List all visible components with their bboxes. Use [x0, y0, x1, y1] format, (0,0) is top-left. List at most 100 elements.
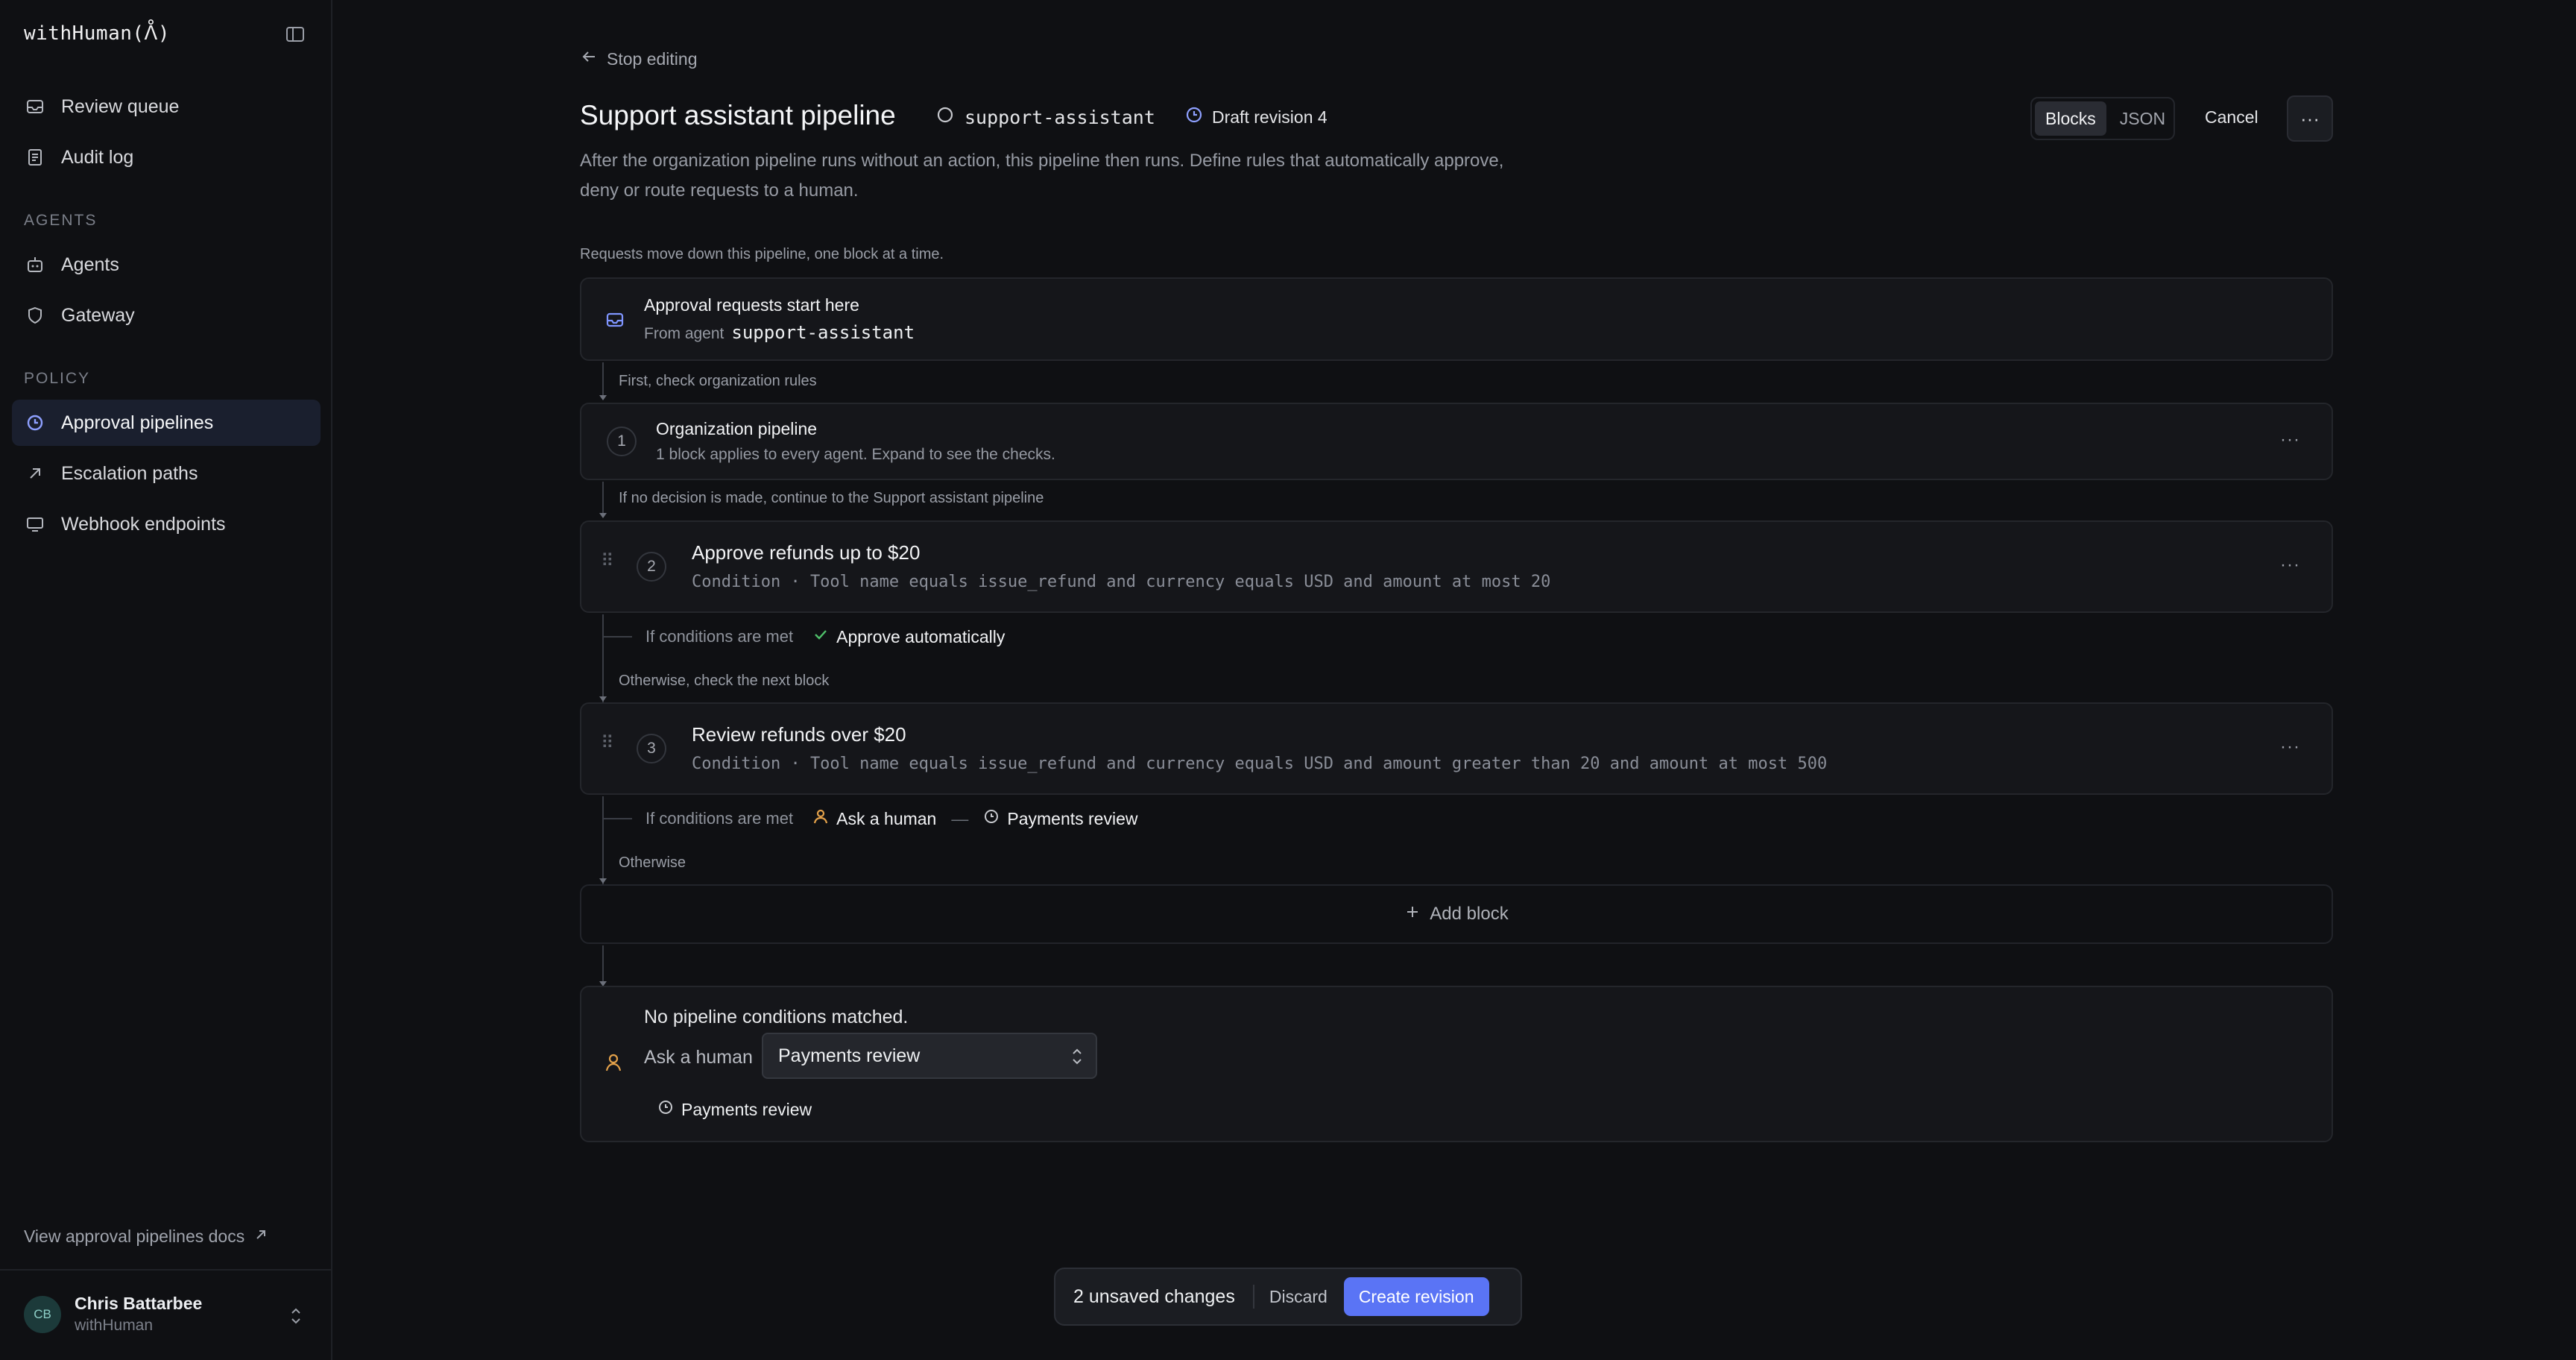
arrow-left-icon: [580, 48, 598, 70]
draft-badge: Draft revision 4: [1185, 106, 1328, 128]
user-name: Chris Battarbee: [75, 1294, 203, 1313]
start-from-label: From agent: [644, 325, 724, 342]
view-blocks-button[interactable]: Blocks: [2035, 101, 2106, 136]
chevron-updown-icon[interactable]: [288, 1305, 304, 1331]
add-block-button[interactable]: Add block: [580, 884, 2333, 944]
arrow-down-icon: [599, 696, 607, 702]
sidebar-item-audit-log[interactable]: Audit log: [12, 134, 321, 180]
block-number: 3: [637, 734, 666, 764]
clock-icon: [657, 1099, 674, 1120]
sidebar-item-label: Approval pipelines: [61, 412, 214, 433]
connector-label: If no decision is made, continue to the …: [619, 490, 1044, 506]
start-title: Approval requests start here: [644, 295, 859, 315]
block-result: If conditions are met Ask a human — Paym…: [645, 808, 1137, 829]
sidebar-item-approval-pipelines[interactable]: Approval pipelines: [12, 400, 321, 446]
docs-link[interactable]: View approval pipelines docs: [24, 1227, 268, 1247]
result-action: Approve automatically: [812, 626, 1005, 647]
view-json-button[interactable]: JSON: [2109, 101, 2176, 136]
plus-icon: [1404, 904, 1421, 925]
connector-label: Otherwise: [619, 854, 686, 871]
agent-slug: support-assistant: [936, 106, 1155, 129]
check-icon: [812, 626, 829, 647]
result-label: If conditions are met: [645, 809, 794, 828]
more-icon: ···: [2300, 107, 2320, 130]
fallback-title: No pipeline conditions matched.: [644, 1007, 909, 1027]
result-action-text: Ask a human: [836, 808, 937, 828]
more-icon[interactable]: ···: [2280, 555, 2300, 576]
divider: [0, 1269, 332, 1271]
org-block-subtitle: 1 block applies to every agent. Expand t…: [656, 446, 1055, 463]
branch-line: [602, 636, 632, 638]
block-title: Approve refunds up to $20: [692, 541, 921, 564]
clock-icon: [983, 808, 1000, 829]
add-block-label: Add block: [1430, 904, 1509, 924]
bot-icon: [24, 254, 46, 276]
org-pipeline-card[interactable]: 1 Organization pipeline 1 block applies …: [580, 403, 2333, 480]
cancel-button[interactable]: Cancel: [2205, 107, 2258, 128]
person-icon: [812, 808, 829, 829]
person-icon: [604, 1053, 623, 1076]
sidebar-toggle-icon[interactable]: [285, 24, 306, 45]
sidebar-item-webhook-endpoints[interactable]: Webhook endpoints: [12, 501, 321, 547]
connector-line: [602, 482, 604, 514]
more-icon[interactable]: ···: [2280, 737, 2300, 758]
more-options-button[interactable]: ···: [2287, 95, 2333, 142]
block-number: 2: [637, 552, 666, 582]
block-condition: Condition · Tool name equals issue_refun…: [692, 573, 1551, 591]
sidebar-item-label: Audit log: [61, 146, 134, 168]
inbox-icon: [605, 310, 625, 333]
result-target: Payments review: [1007, 808, 1138, 828]
sidebar-item-label: Agents: [61, 254, 119, 275]
discard-button[interactable]: Discard: [1269, 1287, 1328, 1307]
arrow-up-right-icon: [24, 462, 46, 485]
clock-icon: [1185, 106, 1203, 128]
arrow-down-icon: [599, 513, 607, 518]
pipeline-block[interactable]: ⠿ 2 Approve refunds up to $20 Condition …: [580, 520, 2333, 613]
view-mode-toggle: Blocks JSON: [2030, 97, 2175, 140]
reviewer-select[interactable]: Payments review: [762, 1033, 1097, 1079]
sidebar-item-review-queue[interactable]: Review queue: [12, 84, 321, 130]
pipeline-block[interactable]: ⠿ 3 Review refunds over $20 Condition · …: [580, 702, 2333, 795]
chevron-updown-icon: [1070, 1046, 1084, 1072]
start-card: Approval requests start here From agent …: [580, 277, 2333, 361]
stop-editing-label: Stop editing: [607, 48, 698, 69]
section-label-agents: AGENTS: [24, 212, 98, 229]
connector-line: [602, 362, 604, 398]
document-icon: [24, 146, 46, 169]
drag-handle-icon[interactable]: ⠿: [601, 734, 614, 752]
page-description: After the organization pipeline runs wit…: [580, 151, 1504, 201]
sidebar-item-escalation-paths[interactable]: Escalation paths: [12, 450, 321, 497]
stop-editing-link[interactable]: Stop editing: [580, 48, 697, 70]
inbox-icon: [24, 95, 46, 118]
arrow-down-icon: [599, 878, 607, 884]
start-agent: support-assistant: [731, 322, 915, 343]
start-source: From agent support-assistant: [644, 322, 915, 343]
result-action: Ask a human — Payments review: [812, 808, 1137, 829]
shield-icon: [24, 304, 46, 327]
result-separator: —: [951, 808, 969, 828]
section-label-policy: POLICY: [24, 370, 91, 387]
user-org: withHuman: [75, 1317, 154, 1334]
more-icon[interactable]: ···: [2280, 429, 2300, 450]
draft-text: Draft revision 4: [1212, 107, 1328, 127]
brand-logo[interactable]: withHuman(ᐰ): [24, 22, 170, 45]
unsaved-count: 2 unsaved changes: [1073, 1285, 1235, 1307]
block-condition: Condition · Tool name equals issue_refun…: [692, 755, 1828, 773]
agent-slug-text: support-assistant: [965, 107, 1155, 128]
sidebar-item-agents[interactable]: Agents: [12, 242, 321, 288]
circle-icon: [936, 106, 954, 129]
result-label: If conditions are met: [645, 627, 794, 646]
sidebar-item-label: Review queue: [61, 95, 180, 117]
block-result: If conditions are met Approve automatica…: [645, 626, 1005, 647]
reviewer-select-value: Payments review: [778, 1045, 921, 1066]
divider: [1252, 1285, 1254, 1309]
branch-line: [602, 818, 632, 819]
result-action-text: Approve automatically: [836, 626, 1006, 646]
user-menu[interactable]: CB Chris Battarbee withHuman: [24, 1294, 202, 1335]
sidebar-item-gateway[interactable]: Gateway: [12, 292, 321, 339]
connector-label: Otherwise, check the next block: [619, 673, 830, 689]
arrow-down-icon: [599, 395, 607, 400]
create-revision-button[interactable]: Create revision: [1343, 1277, 1489, 1316]
drag-handle-icon[interactable]: ⠿: [601, 552, 614, 570]
connector-line: [602, 796, 604, 884]
